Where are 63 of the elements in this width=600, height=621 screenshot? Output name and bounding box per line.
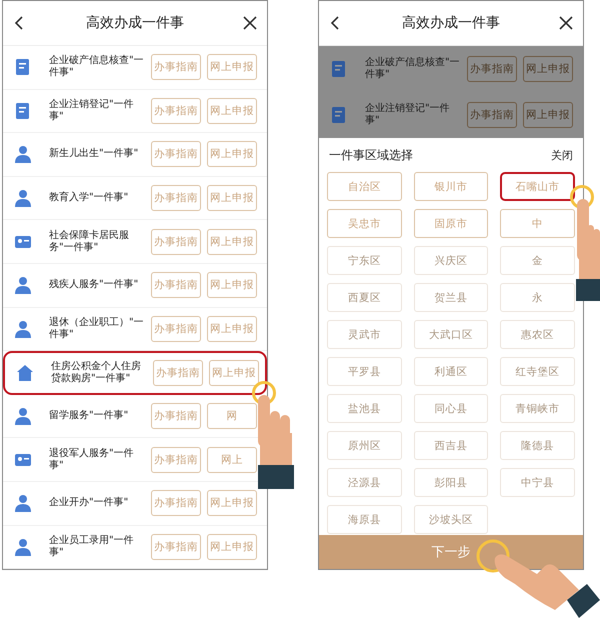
guide-button[interactable]: 办事指南 [151, 446, 201, 473]
region-option[interactable]: 自治区 [327, 172, 402, 201]
apply-button[interactable]: 网上申报 [207, 490, 257, 516]
guide-button[interactable]: 办事指南 [151, 403, 201, 430]
item-name: 企业注销登记"一件事" [365, 103, 451, 127]
item-name: 留学服务"一件事" [49, 410, 130, 422]
item-name: 企业破产信息核查"一件事" [365, 57, 461, 81]
item-name: 新生儿出生"一件事" [49, 148, 140, 160]
apply-button[interactable]: 网上申报 [207, 54, 257, 80]
item-name: 退休（企业职工）"一件事" [49, 316, 145, 341]
person-icon [13, 493, 33, 514]
item-name: 企业开办"一件事" [49, 497, 130, 510]
guide-button[interactable]: 办事指南 [151, 272, 201, 298]
person-icon [13, 536, 33, 557]
person-icon [13, 318, 33, 339]
apply-button[interactable]: 网上申报 [207, 185, 257, 212]
next-button[interactable]: 下一步 [319, 535, 583, 569]
guide-button[interactable]: 办事指南 [151, 185, 201, 212]
apply-button[interactable]: 网上申报 [207, 141, 257, 168]
person-icon [13, 406, 33, 426]
region-option[interactable]: 吴忠市 [327, 209, 402, 238]
apply-button[interactable]: 网上申报 [207, 272, 257, 298]
person-icon [13, 275, 33, 296]
item-name: 残疾人服务"一件事" [49, 279, 140, 292]
page-title: 高效办成一件事 [402, 14, 500, 32]
guide-button[interactable]: 办事指南 [151, 98, 201, 124]
region-option[interactable]: 石嘴山市 [500, 172, 575, 201]
item-name: 退役军人服务"一件事" [49, 448, 135, 472]
close-icon[interactable] [243, 16, 257, 30]
house-icon [15, 362, 35, 383]
item-name: 社会保障卡居民服务"一件事" [49, 230, 130, 254]
apply-button[interactable]: 网上申报 [207, 316, 257, 342]
close-link[interactable]: 关闭 [551, 148, 573, 162]
item-name: 住房公积金个人住房贷款购房"一件事" [51, 360, 142, 385]
guide-button[interactable]: 办事指南 [151, 141, 201, 168]
apply-button[interactable]: 网上申报 [209, 360, 259, 386]
region-option[interactable]: 中 [500, 209, 575, 238]
item-name: 企业员工录用"一件事" [49, 534, 135, 559]
guide-button[interactable]: 办事指南 [151, 534, 201, 560]
guide-button[interactable]: 办事指南 [151, 490, 201, 516]
item-name: 企业破产信息核查"一件事" [49, 55, 145, 80]
panel-title: 一件事区域选择 [329, 146, 413, 164]
item-name: 教育入学"一件事" [49, 192, 130, 204]
apply-button[interactable]: 网上申报 [207, 98, 257, 124]
guide-button[interactable]: 办事指南 [151, 54, 201, 80]
region-option[interactable]: 银川市 [414, 172, 488, 201]
person-icon [13, 188, 33, 208]
region-option[interactable]: 固原市 [414, 209, 488, 238]
guide-button[interactable]: 办事指南 [151, 316, 201, 342]
apply-button[interactable]: 网上申报 [207, 534, 257, 560]
item-name: 企业注销登记"一件事" [49, 98, 135, 123]
person-icon [13, 144, 33, 164]
apply-button[interactable]: 网上申报 [207, 228, 257, 255]
apply-button[interactable]: 网上 [207, 446, 257, 473]
page-title: 高效办成一件事 [86, 14, 184, 32]
apply-button[interactable]: 网 [207, 403, 257, 430]
apply-button[interactable]: 网上申报 [523, 102, 573, 128]
close-icon[interactable] [559, 16, 573, 30]
guide-button[interactable]: 办事指南 [153, 360, 203, 386]
guide-button[interactable]: 办事指南 [467, 56, 517, 82]
guide-button[interactable]: 办事指南 [151, 228, 201, 255]
guide-button[interactable]: 办事指南 [467, 102, 517, 128]
apply-button[interactable]: 网上申报 [523, 56, 573, 82]
